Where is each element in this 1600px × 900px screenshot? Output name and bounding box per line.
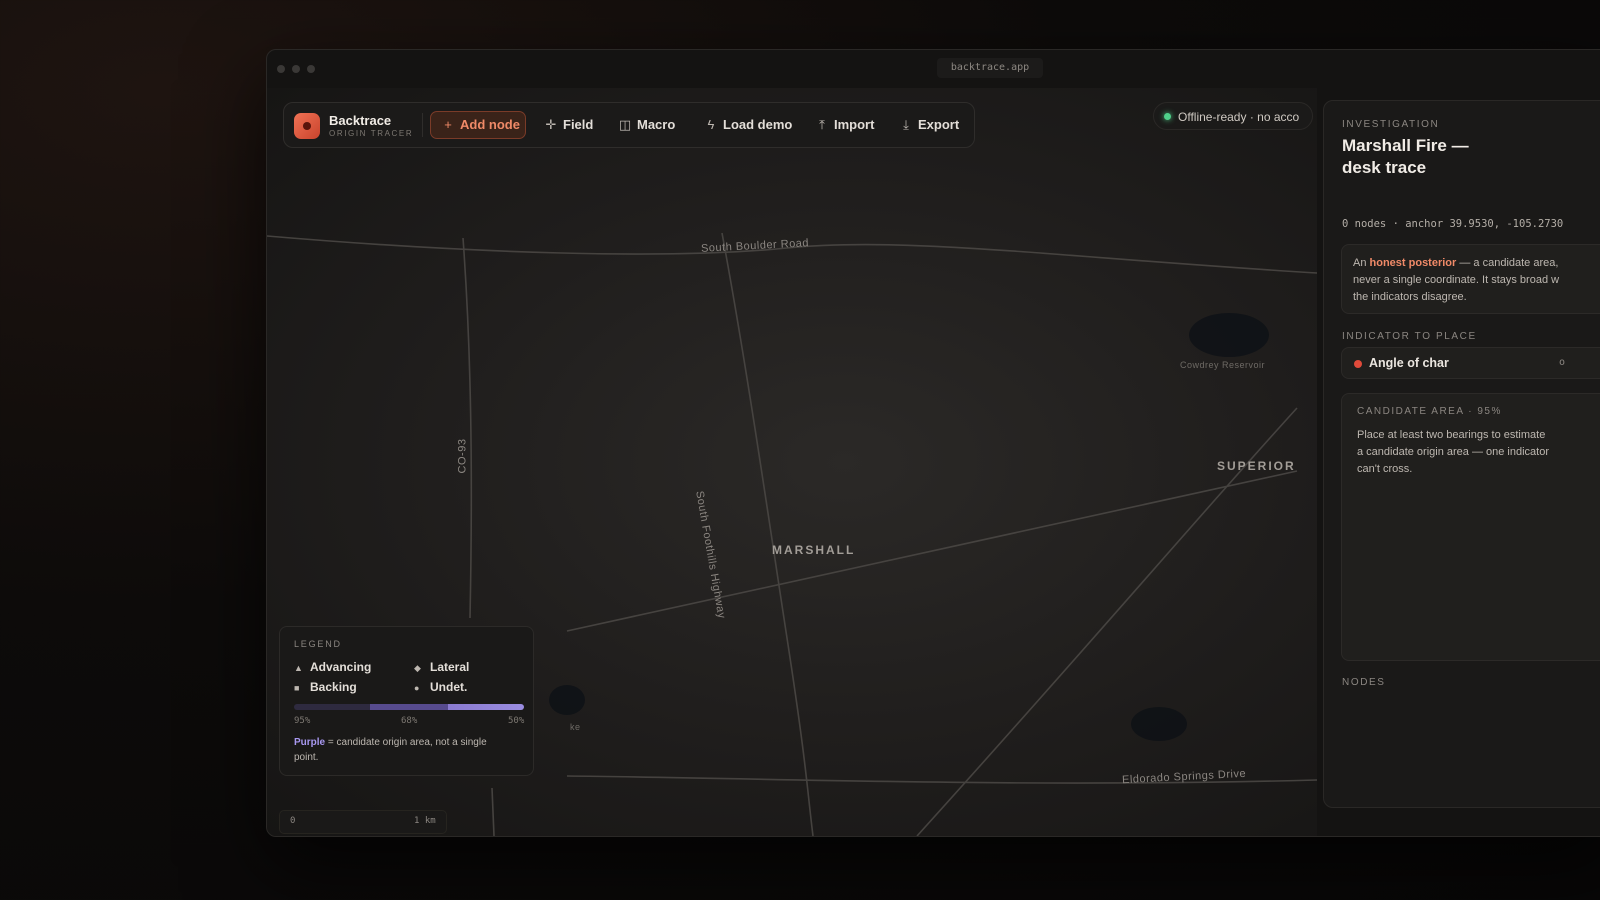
panel-icon: ◫ <box>618 117 632 132</box>
indicator-caption: INDICATOR TO PLACE <box>1342 331 1477 342</box>
label-co-93: CO-93 <box>456 438 469 474</box>
legend-note: Purple = candidate origin area, not a si… <box>294 737 487 763</box>
status-text: Offline-ready · no acco <box>1178 110 1300 124</box>
pond-shape <box>1131 707 1187 741</box>
road-co-93 <box>462 237 473 619</box>
backtrace-logo-icon <box>294 113 320 139</box>
add-node-button[interactable]: + Add node <box>430 111 526 139</box>
label-lake: ke <box>570 722 581 732</box>
status-dot-icon <box>1164 113 1171 120</box>
legend-tick-50: 50% <box>508 716 525 726</box>
map-canvas[interactable]: South Boulder Road CO-93 South Foothills… <box>267 88 1317 836</box>
import-button[interactable]: ⤒ Import <box>805 111 884 139</box>
circle-icon: ● <box>414 683 420 693</box>
load-demo-button[interactable]: ϟ Load demo <box>694 111 802 139</box>
title-bar: backtrace.app <box>267 50 1600 88</box>
candidate-line-3: can't cross. <box>1357 463 1413 475</box>
toolbar-divider <box>422 113 423 137</box>
field-button[interactable]: ✛ Field <box>534 111 603 139</box>
bolt-icon: ϟ <box>707 117 715 132</box>
scale-end: 1 km <box>414 816 436 826</box>
legend-item-backing: ■ Backing <box>294 680 357 694</box>
minimize-window-dot[interactable] <box>292 65 300 73</box>
indicator-label: Angle of char <box>1369 356 1449 370</box>
crosshair-icon: ✛ <box>545 117 557 132</box>
map-legend: LEGEND ▲ Advancing ◆ Lateral ■ Backing ● Und… <box>279 626 534 776</box>
download-icon: ⤓ <box>903 117 909 132</box>
triangle-icon: ▲ <box>294 663 303 673</box>
explainer-line-3: the indicators disagree. <box>1353 291 1467 303</box>
legend-item-advancing: ▲ Advancing <box>294 660 372 674</box>
road-diagonal-1 <box>566 470 1298 632</box>
label-superior: SUPERIOR <box>1217 459 1296 473</box>
explainer-line-2: never a single coordinate. It stays broa… <box>1353 274 1560 286</box>
legend-item-lateral: ◆ Lateral <box>414 660 470 674</box>
candidate-line-1: Place at least two bearings to estimate <box>1357 429 1546 441</box>
investigation-meta: 0 nodes · anchor 39.9530, -105.2730 <box>1342 218 1564 230</box>
upload-icon: ⤒ <box>819 117 825 132</box>
legend-tick-95: 95% <box>294 716 311 726</box>
maximize-window-dot[interactable] <box>307 65 315 73</box>
candidate-line-2: a candidate origin area — one indicator <box>1357 446 1550 458</box>
investigation-panel: INVESTIGATION Marshall Fire — desk trace… <box>1323 100 1600 808</box>
reservoir-shape <box>1189 313 1269 357</box>
legend-title: LEGEND <box>294 639 342 649</box>
scale-bar: 0 1 km <box>279 810 447 834</box>
app-window: backtrace.app South Boulder Road CO-93 S… <box>266 49 1600 837</box>
label-marshall: MARSHALL <box>772 543 856 557</box>
export-button[interactable]: ⤓ Export <box>889 111 969 139</box>
road-foothills <box>721 232 814 836</box>
diamond-icon: ◆ <box>414 663 421 673</box>
road-co-93-south <box>491 787 495 836</box>
square-icon: ■ <box>294 683 300 693</box>
brand-name: Backtrace <box>329 113 392 128</box>
brand-subtitle: ORIGIN TRACER <box>329 129 414 138</box>
explainer-line-1: An honest posterior — a candidate area, <box>1353 257 1559 269</box>
investigation-title: Marshall Fire — desk trace <box>1342 136 1469 177</box>
label-cowdrey-reservoir: Cowdrey Reservoir <box>1180 360 1266 370</box>
url-bar[interactable]: backtrace.app <box>937 58 1043 78</box>
indicator-color-dot <box>1354 360 1362 368</box>
indicator-trailing: o <box>1559 357 1566 368</box>
indicator-select[interactable]: Angle of char o <box>1341 347 1600 379</box>
nodes-caption: NODES <box>1342 677 1386 688</box>
lake-shape <box>549 685 585 715</box>
offline-status-pill: Offline-ready · no acco <box>1153 102 1313 130</box>
macro-button[interactable]: ◫ Macro <box>608 111 685 139</box>
posterior-gradient-bar <box>294 704 524 710</box>
legend-item-undetermined: ● Undet. <box>414 680 468 694</box>
investigation-caption: INVESTIGATION <box>1342 119 1440 130</box>
scale-start: 0 <box>290 816 296 826</box>
main-toolbar: Backtrace ORIGIN TRACER + Add node ✛ Field… <box>283 102 975 148</box>
legend-tick-68: 68% <box>401 716 418 726</box>
close-window-dot[interactable] <box>277 65 285 73</box>
posterior-explainer-card: An honest posterior — a candidate area, … <box>1341 244 1600 314</box>
candidate-area-card: CANDIDATE AREA · 95% Place at least two … <box>1341 393 1600 661</box>
plus-icon: + <box>444 117 452 132</box>
candidate-caption: CANDIDATE AREA · 95% <box>1357 406 1502 417</box>
